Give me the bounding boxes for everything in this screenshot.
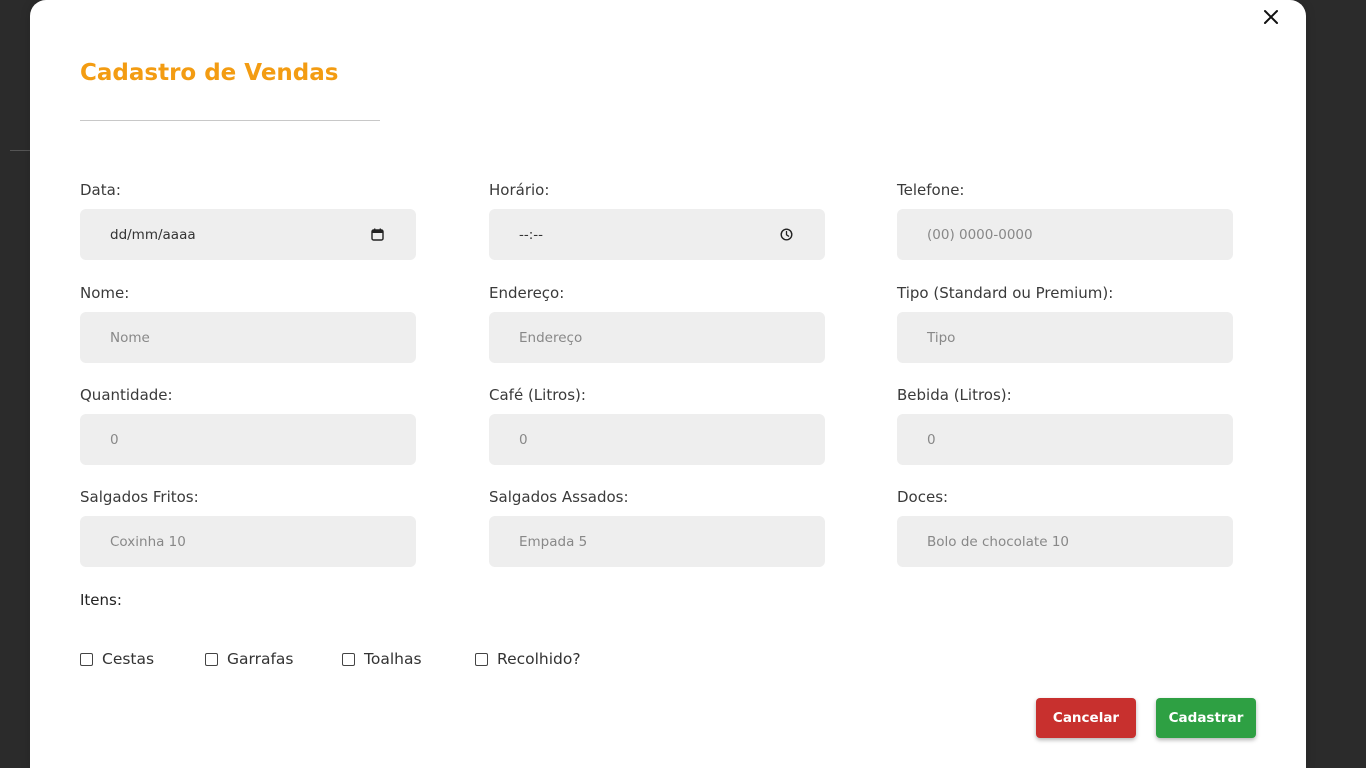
- field-data: Data: dd/mm/aaaa: [80, 180, 416, 260]
- salgados-assados-placeholder: Empada 5: [519, 533, 588, 550]
- salgados-fritos-placeholder: Coxinha 10: [110, 533, 186, 550]
- telefone-label: Telefone:: [897, 181, 965, 199]
- title-divider: [80, 120, 380, 121]
- itens-checkbox-group: Cestas Garrafas Toalhas Recolhido?: [80, 648, 581, 670]
- sales-form-modal: Cadastro de Vendas Data: dd/mm/aaaa Horá…: [30, 0, 1306, 768]
- time-input-value: --:--: [519, 226, 544, 243]
- date-input-value: dd/mm/aaaa: [110, 226, 196, 243]
- modal-title: Cadastro de Vendas: [80, 60, 339, 86]
- cancel-button[interactable]: Cancelar: [1036, 698, 1136, 738]
- nome-input[interactable]: Nome: [80, 312, 416, 363]
- endereco-placeholder: Endereço: [519, 329, 583, 346]
- clock-icon[interactable]: [779, 228, 793, 242]
- doces-label: Doces:: [897, 488, 949, 506]
- field-telefone: Telefone: (00) 0000-0000: [897, 180, 1233, 260]
- checkbox-label: Toalhas: [364, 650, 422, 668]
- checkbox-box[interactable]: [205, 652, 218, 666]
- salgados-fritos-label: Salgados Fritos:: [80, 488, 199, 506]
- field-salgados-assados: Salgados Assados: Empada 5: [489, 487, 825, 567]
- checkbox-garrafas[interactable]: Garrafas: [205, 650, 342, 668]
- field-horario: Horário: --:--: [489, 180, 825, 260]
- field-doces: Doces: Bolo de chocolate 10: [897, 487, 1233, 567]
- cafe-label: Café (Litros):: [489, 386, 586, 404]
- bebida-placeholder: 0: [927, 431, 936, 448]
- cafe-placeholder: 0: [519, 431, 528, 448]
- field-bebida: Bebida (Litros): 0: [897, 385, 1233, 465]
- tipo-input[interactable]: Tipo: [897, 312, 1233, 363]
- checkbox-label: Garrafas: [227, 650, 294, 668]
- quantidade-label: Quantidade:: [80, 386, 173, 404]
- itens-label: Itens:: [80, 591, 122, 609]
- doces-placeholder: Bolo de chocolate 10: [927, 533, 1070, 550]
- nome-label: Nome:: [80, 284, 130, 302]
- horario-label: Horário:: [489, 181, 550, 199]
- field-salgados-fritos: Salgados Fritos: Coxinha 10: [80, 487, 416, 567]
- checkbox-recolhido[interactable]: Recolhido?: [475, 650, 581, 668]
- checkbox-cestas[interactable]: Cestas: [80, 650, 205, 668]
- tipo-label: Tipo (Standard ou Premium):: [897, 284, 1114, 302]
- telefone-placeholder: (00) 0000-0000: [927, 226, 1033, 243]
- background-divider: [10, 150, 32, 151]
- endereco-label: Endereço:: [489, 284, 565, 302]
- nome-placeholder: Nome: [110, 329, 150, 346]
- tipo-placeholder: Tipo: [927, 329, 956, 346]
- field-endereco: Endereço: Endereço: [489, 283, 825, 363]
- field-cafe: Café (Litros): 0: [489, 385, 825, 465]
- submit-button[interactable]: Cadastrar: [1156, 698, 1256, 738]
- date-input[interactable]: dd/mm/aaaa: [80, 209, 416, 260]
- doces-input[interactable]: Bolo de chocolate 10: [897, 516, 1233, 567]
- endereco-input[interactable]: Endereço: [489, 312, 825, 363]
- quantidade-input[interactable]: 0: [80, 414, 416, 465]
- salgados-assados-input[interactable]: Empada 5: [489, 516, 825, 567]
- field-nome: Nome: Nome: [80, 283, 416, 363]
- cafe-input[interactable]: 0: [489, 414, 825, 465]
- calendar-icon[interactable]: [370, 228, 384, 242]
- checkbox-box[interactable]: [475, 652, 488, 666]
- checkbox-toalhas[interactable]: Toalhas: [342, 650, 475, 668]
- close-button[interactable]: [1260, 6, 1282, 28]
- field-tipo: Tipo (Standard ou Premium): Tipo: [897, 283, 1233, 363]
- salgados-fritos-input[interactable]: Coxinha 10: [80, 516, 416, 567]
- data-label: Data:: [80, 181, 121, 199]
- salgados-assados-label: Salgados Assados:: [489, 488, 629, 506]
- checkbox-label: Cestas: [102, 650, 155, 668]
- telefone-input[interactable]: (00) 0000-0000: [897, 209, 1233, 260]
- checkbox-box[interactable]: [342, 652, 355, 666]
- checkbox-label: Recolhido?: [497, 650, 581, 668]
- bebida-label: Bebida (Litros):: [897, 386, 1012, 404]
- checkbox-box[interactable]: [80, 652, 93, 666]
- time-input[interactable]: --:--: [489, 209, 825, 260]
- close-icon: [1264, 10, 1278, 24]
- bebida-input[interactable]: 0: [897, 414, 1233, 465]
- quantidade-placeholder: 0: [110, 431, 119, 448]
- field-quantidade: Quantidade: 0: [80, 385, 416, 465]
